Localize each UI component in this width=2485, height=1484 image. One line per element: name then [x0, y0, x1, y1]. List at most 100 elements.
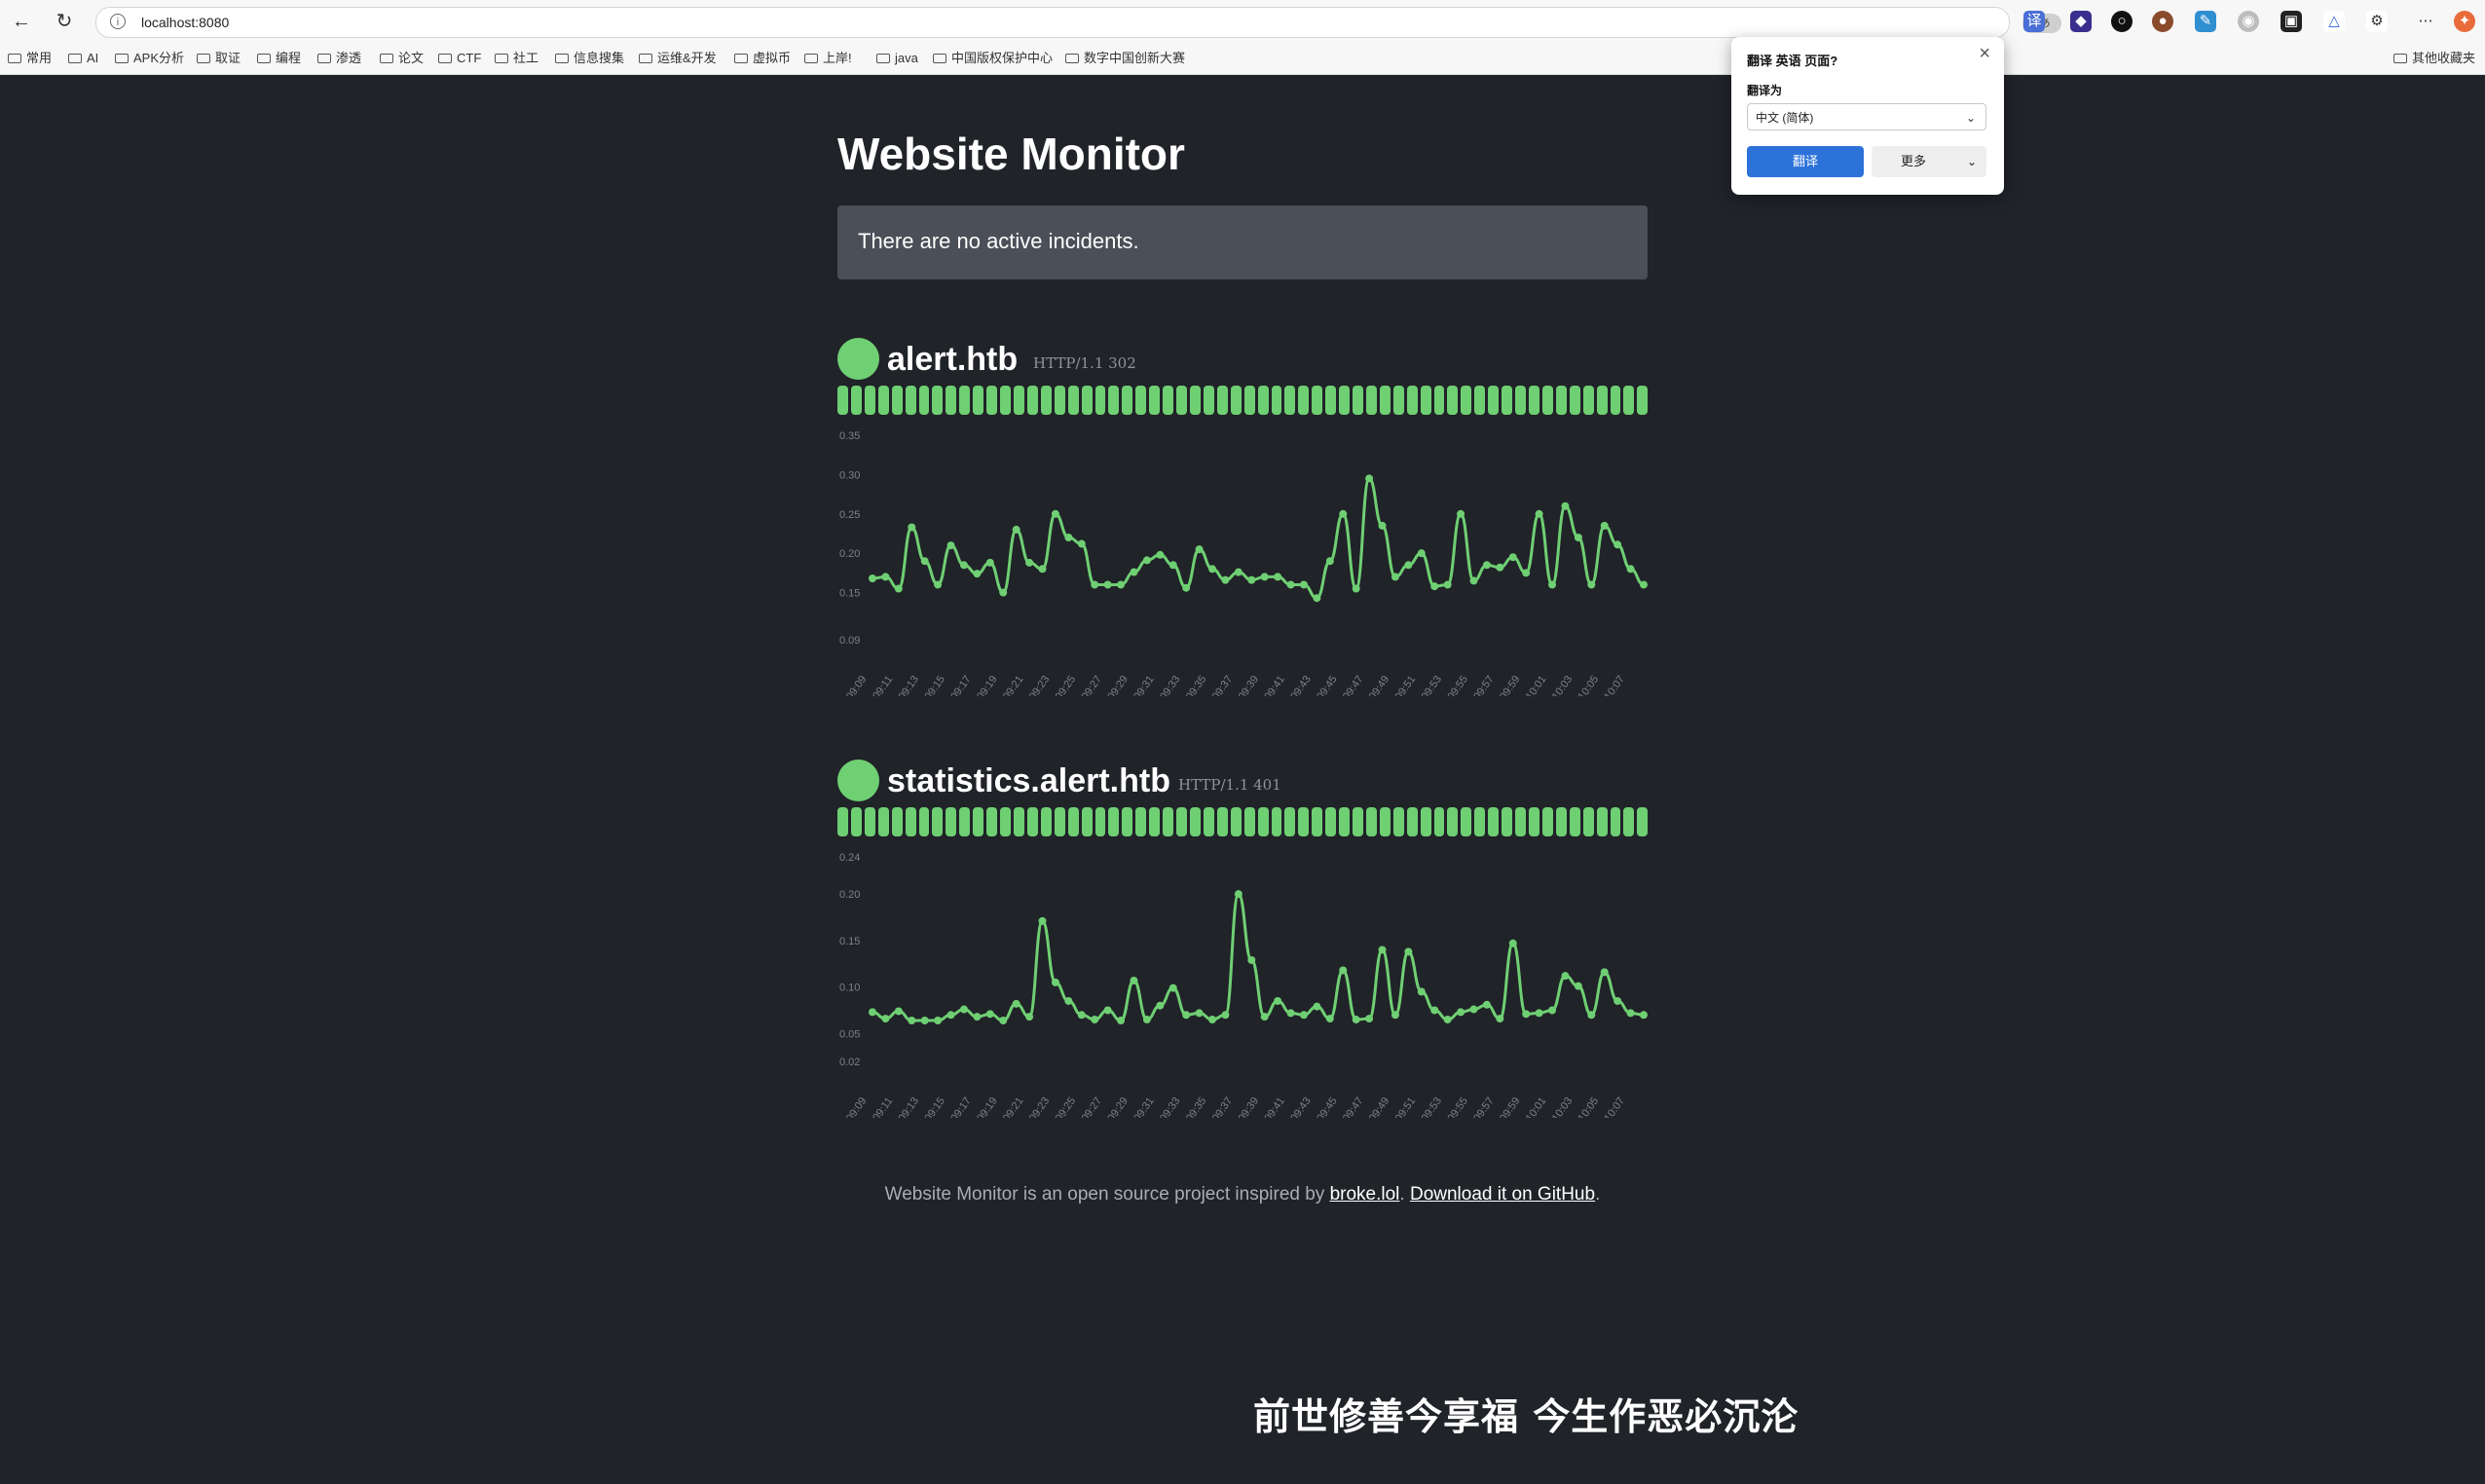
- data-point[interactable]: [1626, 1009, 1635, 1018]
- uptime-segment[interactable]: [1216, 386, 1228, 415]
- data-point[interactable]: [1299, 1011, 1308, 1020]
- data-point[interactable]: [1522, 1010, 1531, 1019]
- data-point[interactable]: [869, 1008, 876, 1017]
- uptime-segment[interactable]: [959, 386, 971, 415]
- uptime-segment[interactable]: [837, 807, 848, 836]
- uptime-segment[interactable]: [1000, 386, 1011, 415]
- uptime-segment[interactable]: [1502, 386, 1513, 415]
- uptime-segment[interactable]: [1420, 386, 1431, 415]
- uptime-segment[interactable]: [1325, 386, 1337, 415]
- uptime-segment[interactable]: [1122, 386, 1133, 415]
- data-point[interactable]: [1195, 545, 1204, 554]
- data-point[interactable]: [1247, 955, 1256, 964]
- uptime-segment[interactable]: [1569, 807, 1580, 836]
- uptime-segment[interactable]: [959, 807, 971, 836]
- uptime-segment[interactable]: [1392, 807, 1404, 836]
- uptime-segment[interactable]: [1353, 386, 1363, 415]
- data-point[interactable]: [908, 523, 916, 532]
- data-point[interactable]: [1508, 553, 1517, 562]
- uptime-segment[interactable]: [1176, 807, 1187, 836]
- uptime-segment[interactable]: [918, 807, 930, 836]
- data-point[interactable]: [1247, 575, 1256, 584]
- bookmark-folder[interactable]: 信息搜集: [555, 49, 624, 68]
- uptime-segment[interactable]: [1461, 386, 1472, 415]
- more-menu-icon[interactable]: ⋯: [2415, 11, 2436, 32]
- data-point[interactable]: [1260, 573, 1269, 581]
- data-point[interactable]: [1077, 539, 1086, 548]
- uptime-segment[interactable]: [1488, 807, 1500, 836]
- uptime-segment[interactable]: [1339, 807, 1351, 836]
- uptime-segment[interactable]: [1610, 386, 1621, 415]
- data-point[interactable]: [1365, 1015, 1374, 1023]
- uptime-segment[interactable]: [891, 807, 903, 836]
- uptime-segment[interactable]: [1582, 386, 1594, 415]
- uptime-segment[interactable]: [1353, 807, 1363, 836]
- uptime-segment[interactable]: [1529, 807, 1539, 836]
- data-point[interactable]: [1613, 540, 1622, 549]
- extension-color-icon[interactable]: ✎: [2195, 11, 2216, 32]
- data-point[interactable]: [1548, 1006, 1557, 1015]
- data-point[interactable]: [1404, 947, 1413, 956]
- data-point[interactable]: [1352, 584, 1360, 593]
- uptime-segment[interactable]: [1000, 807, 1011, 836]
- uptime-segment[interactable]: [1026, 386, 1038, 415]
- data-point[interactable]: [973, 570, 982, 578]
- data-point[interactable]: [1561, 501, 1570, 510]
- uptime-segment[interactable]: [1135, 807, 1147, 836]
- data-point[interactable]: [1548, 580, 1557, 589]
- uptime-segment[interactable]: [1623, 386, 1635, 415]
- data-point[interactable]: [1587, 1011, 1596, 1020]
- data-point[interactable]: [1274, 573, 1282, 581]
- uptime-segment[interactable]: [877, 386, 889, 415]
- uptime-segment[interactable]: [1257, 386, 1269, 415]
- data-point[interactable]: [1404, 561, 1413, 570]
- data-point[interactable]: [881, 573, 890, 581]
- uptime-segment[interactable]: [850, 386, 862, 415]
- data-point[interactable]: [999, 1017, 1008, 1024]
- uptime-segment[interactable]: [1515, 386, 1527, 415]
- uptime-segment[interactable]: [1447, 386, 1459, 415]
- extension-puzzle-icon[interactable]: ◆: [2070, 11, 2092, 32]
- data-point[interactable]: [1313, 1002, 1321, 1011]
- data-point[interactable]: [1156, 1001, 1165, 1010]
- uptime-segment[interactable]: [1555, 386, 1567, 415]
- data-point[interactable]: [959, 561, 968, 570]
- uptime-segment[interactable]: [1623, 807, 1635, 836]
- extensions-menu-icon[interactable]: ⚙: [2366, 11, 2388, 32]
- bookmark-folder[interactable]: 上岸!: [804, 49, 852, 68]
- data-point[interactable]: [908, 1017, 916, 1024]
- uptime-segment[interactable]: [1474, 807, 1486, 836]
- data-point[interactable]: [1640, 580, 1648, 589]
- data-point[interactable]: [1417, 549, 1426, 558]
- data-point[interactable]: [1640, 1011, 1648, 1020]
- data-point[interactable]: [1195, 1009, 1204, 1018]
- data-point[interactable]: [1482, 1000, 1491, 1009]
- data-point[interactable]: [1286, 580, 1295, 589]
- uptime-segment[interactable]: [1433, 807, 1445, 836]
- data-point[interactable]: [1391, 573, 1399, 581]
- uptime-segment[interactable]: [1026, 807, 1038, 836]
- uptime-segment[interactable]: [1298, 386, 1310, 415]
- uptime-segment[interactable]: [1271, 386, 1282, 415]
- uptime-segment[interactable]: [1040, 386, 1052, 415]
- github-download-link[interactable]: Download it on GitHub: [1410, 1184, 1595, 1205]
- uptime-segment[interactable]: [1529, 386, 1539, 415]
- data-point[interactable]: [1025, 1013, 1034, 1021]
- uptime-segment[interactable]: [1502, 807, 1513, 836]
- data-point[interactable]: [1182, 583, 1191, 592]
- data-point[interactable]: [934, 580, 943, 589]
- data-point[interactable]: [1457, 1008, 1465, 1017]
- data-point[interactable]: [1535, 509, 1543, 518]
- uptime-segment[interactable]: [1298, 807, 1310, 836]
- data-point[interactable]: [1574, 982, 1582, 990]
- data-point[interactable]: [1613, 996, 1622, 1005]
- uptime-segment[interactable]: [1230, 386, 1242, 415]
- uptime-segment[interactable]: [1379, 386, 1391, 415]
- data-point[interactable]: [985, 1010, 994, 1019]
- uptime-segment[interactable]: [946, 807, 957, 836]
- language-select[interactable]: 中文 (简体) ⌄: [1747, 103, 1986, 130]
- uptime-segment[interactable]: [973, 807, 984, 836]
- bookmark-folder[interactable]: 编程: [257, 49, 301, 68]
- extension-box-icon[interactable]: ▣: [2281, 11, 2302, 32]
- data-point[interactable]: [1325, 1015, 1334, 1023]
